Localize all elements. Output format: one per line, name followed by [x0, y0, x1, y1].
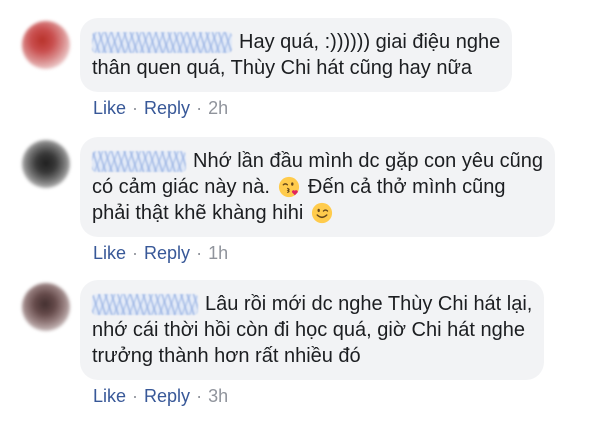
comment-actions: Like · Reply · 2h	[80, 97, 512, 119]
comment-text: trưởng thành hơn rất nhiều đó	[92, 345, 361, 367]
comment-text: Lâu rồi mới dc nghe Thùy Chi hát lại,	[205, 293, 533, 315]
separator-dot: ·	[132, 98, 139, 118]
comment-text: nhớ cái thời hồi còn đi học quá, giờ Chi…	[92, 319, 525, 341]
comment-text: có cảm giác này nà.	[92, 176, 270, 198]
comment-text-line: nhớ cái thời hồi còn đi học quá, giờ Chi…	[92, 317, 532, 343]
separator-dot: ·	[196, 243, 203, 263]
separator-dot: ·	[196, 98, 203, 118]
comment-bubble: Nhớ lần đầu mình dc gặp con yêu cũng có …	[80, 137, 556, 237]
comment-text: thân quen quá, Thùy Chi hát cũng hay nữa	[92, 57, 472, 79]
comment-text-line: Hay quá, :)))))) giai điệu nghe	[92, 29, 500, 55]
separator-dot: ·	[196, 386, 203, 406]
comment: Hay quá, :)))))) giai điệu nghe thân que…	[22, 18, 513, 119]
like-link[interactable]: Like	[93, 242, 126, 264]
comment-text: Nhớ lần đầu mình dc gặp con yêu cũng	[193, 150, 544, 172]
comment-bubble: Lâu rồi mới dc nghe Thùy Chi hát lại, nh…	[80, 280, 545, 380]
comment-actions: Like · Reply · 3h	[80, 385, 544, 407]
separator-dot: ·	[132, 386, 139, 406]
commenter-avatar[interactable]	[22, 140, 70, 188]
winking-face-icon	[311, 202, 333, 224]
face-blowing-a-kiss-icon	[278, 176, 300, 198]
comment: Nhớ lần đầu mình dc gặp con yêu cũng có …	[22, 137, 556, 264]
commenter-avatar[interactable]	[22, 283, 70, 331]
commenter-name-redacted[interactable]	[92, 150, 186, 172]
comment-text-line: phải thật khẽ khàng hihi	[92, 200, 543, 226]
comment-text: phải thật khẽ khàng hihi	[92, 202, 304, 224]
comment-timestamp[interactable]: 2h	[208, 97, 228, 119]
comment-timestamp[interactable]: 1h	[208, 242, 228, 264]
like-link[interactable]: Like	[93, 97, 126, 119]
like-link[interactable]: Like	[93, 385, 126, 407]
separator-dot: ·	[132, 243, 139, 263]
comment-actions: Like · Reply · 1h	[80, 242, 555, 264]
comment-timestamp[interactable]: 3h	[208, 385, 228, 407]
reply-link[interactable]: Reply	[144, 242, 190, 264]
comment-text: Hay quá, :)))))) giai điệu nghe	[239, 31, 501, 53]
commenter-name-redacted[interactable]	[92, 31, 232, 53]
comment-text-line: thân quen quá, Thùy Chi hát cũng hay nữa	[92, 55, 500, 81]
commenter-name-redacted[interactable]	[92, 293, 198, 315]
reply-link[interactable]: Reply	[144, 97, 190, 119]
comment-text-line: trưởng thành hơn rất nhiều đó	[92, 343, 532, 369]
comment-text-line: có cảm giác này nà. Đến cả thở mình cũng	[92, 174, 543, 200]
comment-text-line: Lâu rồi mới dc nghe Thùy Chi hát lại,	[92, 291, 532, 317]
comment-text-line: Nhớ lần đầu mình dc gặp con yêu cũng	[92, 148, 543, 174]
comment: Lâu rồi mới dc nghe Thùy Chi hát lại, nh…	[22, 280, 545, 407]
comment-bubble: Hay quá, :)))))) giai điệu nghe thân que…	[80, 18, 513, 92]
reply-link[interactable]: Reply	[144, 385, 190, 407]
comment-text: Đến cả thở mình cũng	[307, 176, 506, 198]
commenter-avatar[interactable]	[22, 21, 70, 69]
